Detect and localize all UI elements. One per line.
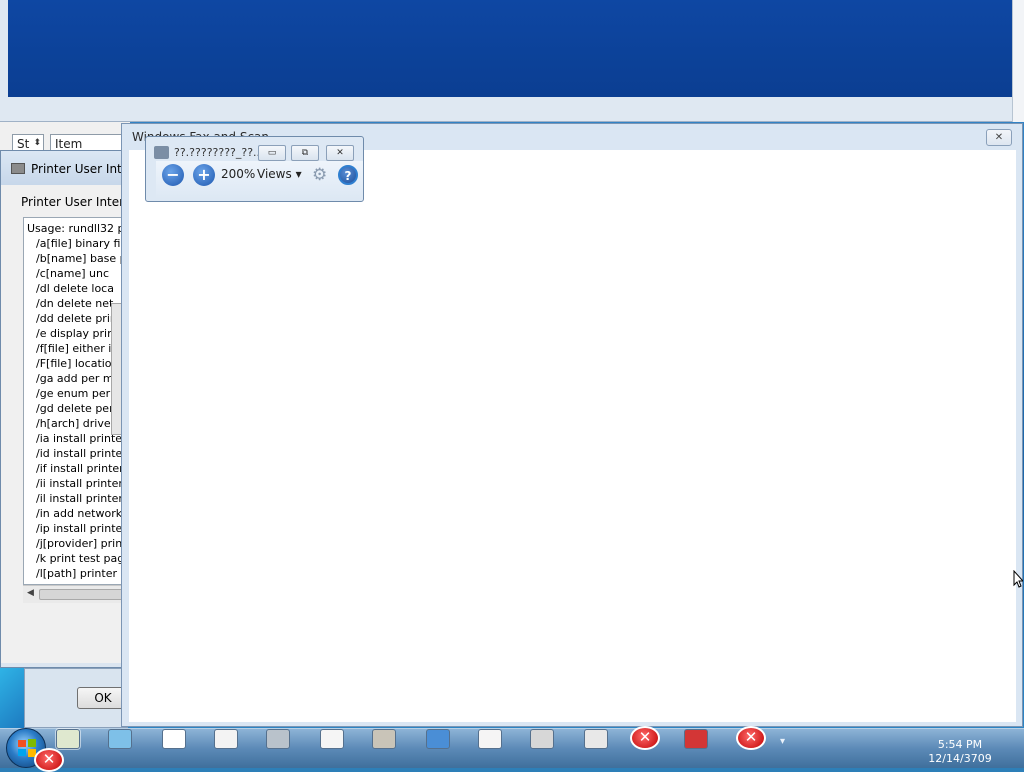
taskbar-button-recording[interactable]: [572, 729, 622, 753]
document-3-icon: [478, 729, 502, 749]
taskbar-button-document-3[interactable]: [466, 729, 516, 753]
usage-line: /dl delete loca: [36, 282, 114, 295]
minimize-button[interactable]: ▭: [258, 145, 286, 161]
taskbar-button-document-1[interactable]: [202, 729, 252, 753]
restore-button[interactable]: ⧉: [291, 145, 319, 161]
usage-line: /id install printer: [36, 447, 123, 460]
spin-icon: ⬍: [33, 138, 41, 148]
chevron-down-icon: ▾: [295, 167, 302, 181]
dialog-fragment: OK: [24, 668, 129, 728]
usage-line: /a[file] binary file: [36, 237, 123, 250]
usage-line: /gd delete per m: [36, 402, 123, 415]
usage-line: /ge enum per: [36, 387, 111, 400]
document-2-icon: [320, 729, 344, 749]
usage-line: /e display prin: [36, 327, 115, 340]
main-window: Windows Fax and Scan ✕: [121, 123, 1023, 727]
clock-date: 12/14/3709: [928, 752, 992, 765]
usage-line: /in add network: [36, 507, 123, 520]
usage-line: Usage: rundll32 pr: [27, 222, 123, 235]
printer-icon: [11, 163, 25, 174]
usage-line: /h[arch] driver a: [36, 417, 123, 430]
usage-line: /ia install printer: [36, 432, 123, 445]
usage-line: /ga add per m: [36, 372, 114, 385]
taskbar-button-app-1[interactable]: [44, 729, 94, 753]
taskbar-button-document-2[interactable]: [308, 729, 358, 753]
clock[interactable]: 5:54 PM 12/14/3709: [920, 738, 1000, 766]
views-label: Views: [257, 167, 292, 181]
printer-icon: [266, 729, 290, 749]
horizontal-scrollbar[interactable]: ◀: [23, 585, 127, 603]
printer-window-titlebar[interactable]: Printer User Interface: [1, 151, 129, 185]
usage-line: /k print test page: [36, 552, 123, 565]
printer-window-title: Printer User Interface: [31, 162, 127, 176]
explorer-icon: [372, 729, 396, 749]
usage-line: /c[name] unc: [36, 267, 110, 280]
gear-icon[interactable]: ⚙: [312, 165, 327, 185]
help-icon[interactable]: ?: [338, 165, 358, 185]
usage-line: /F[file] locatio: [36, 357, 112, 370]
usage-line: /dn delete net: [36, 297, 114, 310]
magnifier-icon: [154, 146, 169, 159]
document-1-icon: [214, 729, 238, 749]
taskbar-button-explorer[interactable]: [360, 729, 410, 753]
tray-overflow-icon[interactable]: ▾: [780, 736, 792, 750]
usage-line: /b[name] base p: [36, 252, 123, 265]
zoom-in-button[interactable]: +: [193, 164, 215, 186]
zoom-level: 200%: [221, 167, 256, 181]
taskbar-button-scanner[interactable]: [518, 729, 568, 753]
main-window-content[interactable]: [129, 150, 1016, 722]
usage-line: /ip install printer: [36, 522, 123, 535]
magnifier-window: ??.????????_??... ▭ ⧉ ✕ − + 200% Views ▾…: [145, 136, 364, 202]
taskbar-button-printer[interactable]: [254, 729, 304, 753]
usage-line: /dd delete prin: [36, 312, 117, 325]
network-icon: [162, 729, 186, 749]
printer-window-client: Printer User Interface Usage: rundll32 p…: [1, 185, 129, 663]
printer-ui-window: Printer User Interface Printer User Inte…: [0, 150, 129, 668]
top-window-banner: [8, 0, 1012, 97]
magnifier-title: ??.????????_??...: [174, 146, 264, 159]
usage-line: /f[file] either in: [36, 342, 119, 355]
taskbar-button-mail[interactable]: [414, 729, 464, 753]
close-button[interactable]: ✕: [986, 129, 1012, 146]
top-window: [0, 0, 1024, 122]
usage-line: /ii install printer: [36, 477, 123, 490]
error-taskbar-button-2[interactable]: ✕: [736, 726, 766, 750]
magnifier-close-button[interactable]: ✕: [326, 145, 354, 161]
scroll-thumb[interactable]: [39, 589, 127, 600]
mail-icon: [426, 729, 450, 749]
error-taskbar-button[interactable]: ✕: [630, 726, 660, 750]
taskbar-button-app-2[interactable]: [96, 729, 146, 753]
desktop-wallpaper-strip: [0, 668, 24, 728]
zoom-out-button[interactable]: −: [162, 164, 184, 186]
recording-icon: [584, 729, 608, 749]
taskbar-button-toolbox[interactable]: [672, 729, 722, 753]
scroll-left-icon[interactable]: ◀: [27, 588, 34, 598]
app-2-icon: [108, 729, 132, 749]
clock-time: 5:54 PM: [937, 738, 983, 751]
combo-box-1-value: St: [17, 137, 30, 151]
taskbar-button-network[interactable]: [150, 729, 200, 753]
printer-window-header: Printer User Interface: [21, 195, 129, 209]
mouse-cursor-icon: [1013, 570, 1023, 588]
usage-line: /j[provider] print: [36, 537, 123, 550]
usage-textbox[interactable]: Usage: rundll32 pr/a[file] binary file/b…: [23, 217, 123, 585]
usage-line: /l[path] printer d: [36, 567, 123, 580]
views-dropdown[interactable]: Views ▾: [257, 167, 302, 181]
combo-box-2-value: Item: [55, 137, 83, 151]
scanner-icon: [530, 729, 554, 749]
toolbox-icon: [684, 729, 708, 749]
app-1-icon: [56, 729, 80, 749]
top-window-scrollbar[interactable]: [1012, 0, 1024, 122]
usage-line: /il install printer: [36, 492, 123, 505]
usage-line: /if install printer: [36, 462, 123, 475]
